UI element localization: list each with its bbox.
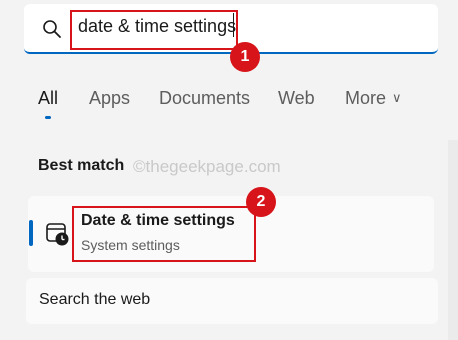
selection-indicator <box>29 220 33 246</box>
active-tab-indicator <box>45 116 51 119</box>
tab-apps[interactable]: Apps <box>89 88 130 109</box>
search-icon <box>43 20 61 38</box>
chevron-down-icon: ∨ <box>392 90 402 105</box>
step-badge-1: 1 <box>230 42 260 72</box>
tab-more[interactable]: More ∨ <box>345 88 402 109</box>
tab-web[interactable]: Web <box>278 88 315 109</box>
tab-documents[interactable]: Documents <box>159 88 250 109</box>
date-time-settings-icon <box>46 223 69 246</box>
step-badge-2: 2 <box>246 187 276 217</box>
search-the-web-label: Search the web <box>39 291 151 308</box>
preview-pane-edge <box>448 140 458 340</box>
tab-all[interactable]: All <box>38 88 58 109</box>
highlight-box-search <box>70 10 238 50</box>
best-match-heading: Best match <box>38 157 125 174</box>
watermark: ©thegeekpage.com <box>133 157 281 176</box>
tab-more-label: More <box>345 88 387 108</box>
highlight-box-result <box>72 206 256 262</box>
